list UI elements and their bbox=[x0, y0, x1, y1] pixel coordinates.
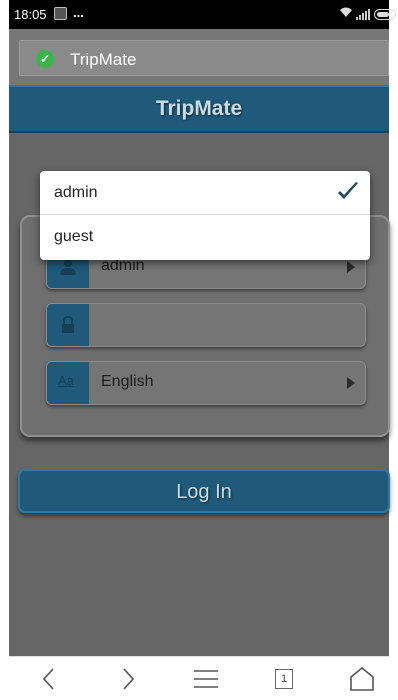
dropdown-option-label: admin bbox=[54, 184, 98, 201]
login-button[interactable]: Log In bbox=[18, 469, 390, 513]
status-bar: 18:05 ... bbox=[9, 0, 396, 29]
checkmark-icon bbox=[336, 180, 360, 209]
dropdown-option-label: guest bbox=[54, 228, 94, 245]
dropdown-option-guest[interactable]: guest bbox=[40, 215, 370, 259]
browser-titlebar: ✓ TripMate bbox=[9, 29, 389, 85]
app-area: ✓ TripMate TripMate admin Aa English Log… bbox=[9, 29, 390, 656]
page-title: TripMate bbox=[70, 50, 137, 69]
language-select[interactable]: Aa English bbox=[46, 361, 366, 405]
battery-icon bbox=[374, 9, 396, 20]
shield-check-icon: ✓ bbox=[36, 50, 54, 68]
chevron-right-icon bbox=[347, 261, 355, 273]
frame-left bbox=[0, 0, 9, 700]
password-field[interactable] bbox=[46, 303, 366, 347]
status-overflow: ... bbox=[73, 5, 84, 20]
forward-icon[interactable] bbox=[113, 665, 143, 693]
bottom-nav: 1 bbox=[9, 656, 389, 700]
tabs-icon[interactable]: 1 bbox=[269, 665, 299, 693]
home-icon[interactable] bbox=[347, 665, 377, 693]
back-icon[interactable] bbox=[35, 665, 65, 693]
address-bar[interactable]: ✓ TripMate bbox=[19, 40, 389, 76]
login-button-label: Log In bbox=[176, 481, 232, 503]
frame-right bbox=[389, 0, 398, 700]
lock-icon bbox=[47, 304, 89, 346]
tab-count: 1 bbox=[275, 669, 293, 689]
chevron-right-icon bbox=[347, 377, 355, 389]
language-icon: Aa bbox=[47, 362, 89, 404]
signal-icon bbox=[356, 9, 370, 20]
menu-icon[interactable] bbox=[191, 665, 221, 693]
language-select-value: English bbox=[101, 373, 154, 390]
wifi-icon bbox=[339, 6, 353, 21]
app-title: TripMate bbox=[155, 97, 243, 120]
user-dropdown: admin guest bbox=[40, 171, 370, 260]
notification-app-icon bbox=[54, 7, 67, 20]
app-header: TripMate bbox=[9, 85, 389, 133]
dropdown-option-admin[interactable]: admin bbox=[40, 171, 370, 215]
status-time: 18:05 bbox=[14, 7, 47, 22]
